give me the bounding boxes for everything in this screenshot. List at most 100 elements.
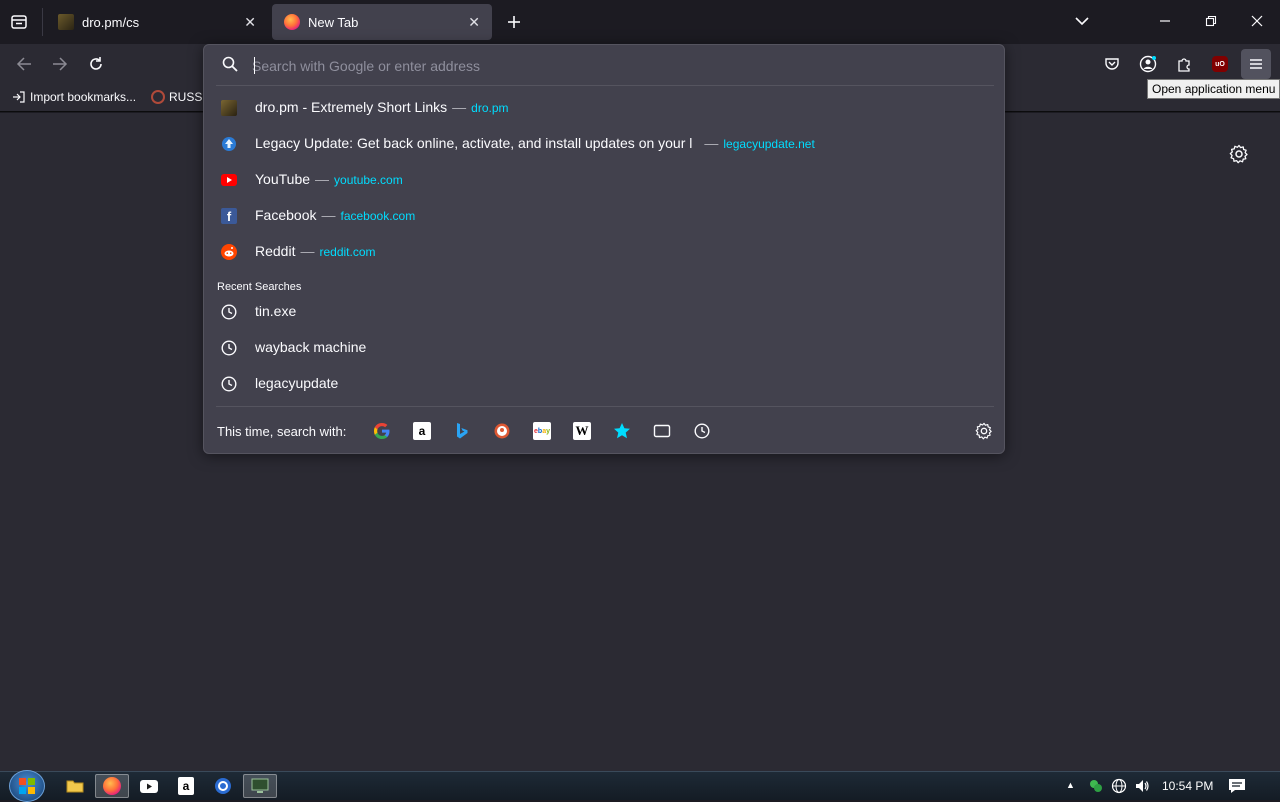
reload-button[interactable] xyxy=(82,50,110,78)
bookmark-label: RUSSI xyxy=(169,90,206,104)
dro-pm-favicon xyxy=(221,100,237,116)
result-text: YouTube — youtube.com xyxy=(255,171,403,187)
app-icon xyxy=(215,778,231,794)
amazon-app-icon: a xyxy=(178,777,194,795)
reddit-favicon xyxy=(221,244,237,260)
result-title: Facebook xyxy=(255,207,317,223)
result-title: Legacy Update: Get back online, activate… xyxy=(255,135,693,151)
customize-new-tab-button[interactable] xyxy=(1229,144,1249,164)
forward-button[interactable] xyxy=(46,50,74,78)
gear-icon xyxy=(975,422,992,440)
list-all-tabs-button[interactable] xyxy=(1072,11,1092,31)
result-row-youtube[interactable]: YouTube — youtube.com xyxy=(204,162,1004,198)
result-url: legacyupdate.net xyxy=(723,137,815,151)
taskbar-app[interactable] xyxy=(206,774,240,798)
recent-search-row[interactable]: legacyupdate xyxy=(204,366,1004,402)
history-clock-icon xyxy=(221,376,237,392)
back-button[interactable] xyxy=(10,50,38,78)
recent-search-text: tin.exe xyxy=(255,303,297,319)
taskbar-terminal[interactable] xyxy=(243,774,277,798)
volume-icon[interactable] xyxy=(1134,778,1150,799)
dro-pm-favicon xyxy=(58,14,74,30)
facebook-favicon: f xyxy=(221,208,237,224)
bookmark-russi[interactable]: RUSSI xyxy=(151,90,206,104)
result-text: dro.pm - Extremely Short Links — dro.pm xyxy=(255,99,509,115)
application-menu-button[interactable] xyxy=(1241,49,1271,79)
bookmark-import[interactable]: Import bookmarks... xyxy=(12,90,136,104)
restore-button[interactable] xyxy=(1201,11,1221,31)
wikipedia-icon[interactable]: W xyxy=(573,422,591,440)
recent-search-text: wayback machine xyxy=(255,339,367,355)
taskbar-youtube[interactable] xyxy=(132,774,166,798)
result-url: dro.pm xyxy=(471,101,509,115)
tab-title: dro.pm/cs xyxy=(82,14,140,30)
close-tab-icon[interactable]: ✕ xyxy=(244,14,256,31)
minimize-button[interactable] xyxy=(1155,11,1175,31)
tab-new-tab[interactable]: New Tab ✕ xyxy=(272,4,492,40)
google-icon[interactable] xyxy=(373,422,391,440)
tab-dro-pm[interactable]: dro.pm/cs ✕ xyxy=(46,4,268,40)
firefox-view-button[interactable] xyxy=(8,11,30,33)
result-dash: — xyxy=(300,243,315,259)
plus-icon xyxy=(508,16,520,28)
amazon-icon[interactable]: a xyxy=(413,422,431,440)
search-icon xyxy=(222,56,238,72)
show-hidden-icons-button[interactable]: ▲ xyxy=(1066,780,1075,790)
legacyupdate-favicon xyxy=(221,136,237,152)
tab-strip: dro.pm/cs ✕ New Tab ✕ xyxy=(0,0,1280,44)
close-tab-icon[interactable]: ✕ xyxy=(468,14,480,31)
text-caret xyxy=(254,57,255,74)
pocket-icon xyxy=(1105,58,1119,70)
ebay-icon[interactable]: ebay xyxy=(533,422,551,440)
tray-app-icon[interactable] xyxy=(1088,778,1104,799)
close-icon xyxy=(1251,15,1263,27)
pocket-button[interactable] xyxy=(1098,50,1126,78)
bing-icon[interactable] xyxy=(453,422,471,440)
extensions-button[interactable] xyxy=(1170,50,1198,78)
tabs-icon[interactable] xyxy=(653,422,671,440)
recent-search-row[interactable]: tin.exe xyxy=(204,294,1004,330)
result-url: youtube.com xyxy=(334,173,403,187)
hamburger-menu-icon xyxy=(1250,59,1262,69)
one-off-label: This time, search with: xyxy=(217,424,347,439)
url-input[interactable] xyxy=(252,55,952,77)
recent-searches-heading: Recent Searches xyxy=(217,281,302,293)
tab-title: New Tab xyxy=(308,14,359,30)
result-text: Legacy Update: Get back online, activate… xyxy=(255,135,815,151)
divider xyxy=(216,406,994,407)
network-icon[interactable] xyxy=(1111,778,1127,799)
result-title: YouTube xyxy=(255,171,311,187)
minimize-icon xyxy=(1160,20,1170,22)
tab-separator xyxy=(42,8,43,36)
divider xyxy=(216,85,994,86)
taskbar-clock[interactable]: 10:54 PM xyxy=(1162,779,1213,793)
result-row-legacyupdate[interactable]: Legacy Update: Get back online, activate… xyxy=(204,126,1004,162)
result-row-reddit[interactable]: Reddit — reddit.com xyxy=(204,234,1004,270)
puzzle-piece-icon xyxy=(1178,58,1190,72)
back-arrow-icon xyxy=(16,57,31,71)
close-window-button[interactable] xyxy=(1247,11,1267,31)
history-clock-icon xyxy=(221,340,237,356)
search-settings-button[interactable] xyxy=(975,422,993,440)
taskbar-firefox[interactable] xyxy=(95,774,129,798)
duckduckgo-icon[interactable] xyxy=(493,422,511,440)
recent-search-text: legacyupdate xyxy=(255,375,339,391)
firefox-icon xyxy=(284,14,300,30)
new-tab-button[interactable] xyxy=(504,12,524,32)
windows-logo-icon xyxy=(19,778,35,794)
bookmarks-star-icon[interactable] xyxy=(613,422,631,440)
taskbar-amazon[interactable]: a xyxy=(169,774,203,798)
taskbar-explorer[interactable] xyxy=(58,774,92,798)
restore-icon xyxy=(1205,15,1217,27)
action-center-button[interactable] xyxy=(1228,777,1246,800)
ublock-origin-button[interactable]: uO xyxy=(1206,50,1234,78)
import-icon xyxy=(13,91,25,103)
account-button[interactable] xyxy=(1134,50,1162,78)
start-button[interactable] xyxy=(9,770,45,802)
youtube-app-icon xyxy=(140,779,158,793)
result-row-facebook[interactable]: f Facebook — facebook.com xyxy=(204,198,1004,234)
result-row-dro-pm[interactable]: dro.pm - Extremely Short Links — dro.pm xyxy=(204,90,1004,126)
result-title: Reddit xyxy=(255,243,296,259)
history-icon[interactable] xyxy=(693,422,711,440)
recent-search-row[interactable]: wayback machine xyxy=(204,330,1004,366)
